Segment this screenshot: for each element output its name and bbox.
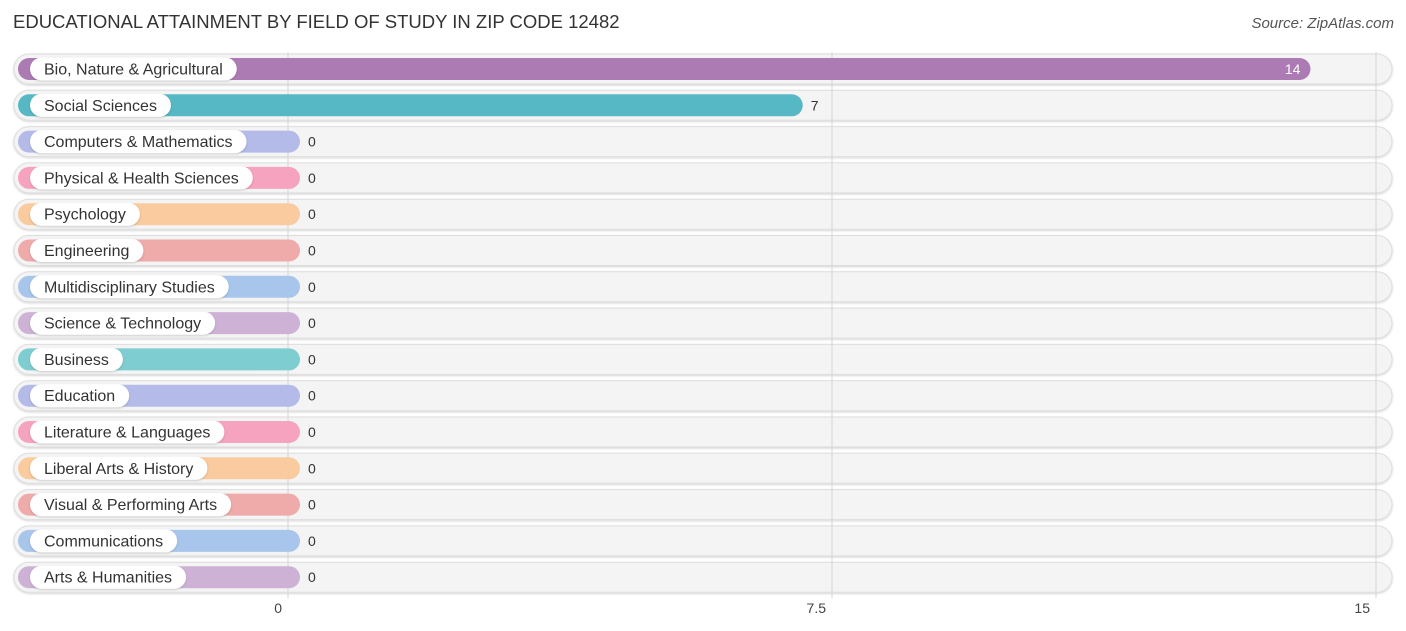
value-label: 14 [1285, 61, 1301, 77]
value-label: 0 [308, 279, 316, 295]
category-label: Literature & Languages [44, 425, 210, 442]
value-label: 0 [308, 424, 316, 440]
value-label: 0 [308, 497, 316, 513]
category-label: Science & Technology [44, 316, 201, 333]
value-label: 0 [308, 569, 316, 585]
value-label: 0 [308, 170, 316, 186]
category-label: Business [44, 352, 109, 369]
category-label: Engineering [44, 243, 129, 260]
category-label: Physical & Health Sciences [44, 170, 239, 187]
value-label: 0 [308, 351, 316, 367]
value-label: 0 [308, 388, 316, 404]
value-label: 0 [308, 460, 316, 476]
value-label: 0 [308, 243, 316, 259]
x-tick-label: 15 [1354, 600, 1370, 616]
category-label: Multidisciplinary Studies [44, 279, 215, 296]
category-label: Bio, Nature & Agricultural [44, 62, 223, 79]
category-label: Communications [44, 533, 163, 550]
value-label: 0 [308, 533, 316, 549]
bar-chart: Bio, Nature & Agricultural 14 Social Scien… [13, 52, 1393, 616]
category-label: Liberal Arts & History [44, 461, 193, 478]
category-label: Visual & Performing Arts [44, 497, 217, 514]
value-label: 0 [308, 315, 316, 331]
category-label: Education [44, 388, 115, 405]
value-label: 0 [308, 134, 316, 150]
category-label: Psychology [44, 207, 126, 224]
value-label: 7 [811, 97, 819, 113]
category-label: Arts & Humanities [44, 570, 172, 587]
value-label: 0 [308, 206, 316, 222]
category-label: Social Sciences [44, 98, 157, 115]
x-tick-label: 7.5 [807, 600, 827, 616]
x-tick-label: 0 [274, 600, 282, 616]
category-label: Computers & Mathematics [44, 134, 233, 151]
